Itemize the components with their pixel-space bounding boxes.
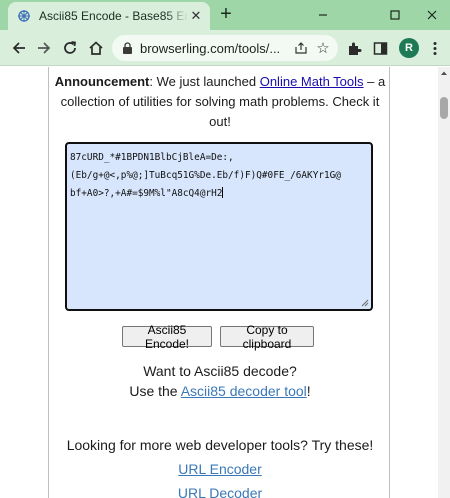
text-caret (222, 187, 224, 198)
forward-icon[interactable] (33, 37, 55, 59)
decode-prompt: Want to Ascii85 decode? Use the Ascii85 … (49, 361, 391, 401)
minimize-icon[interactable] (305, 0, 341, 30)
scrollbar-thumb[interactable] (440, 97, 448, 119)
window-close-icon[interactable] (414, 0, 450, 30)
content-column: Announcement: We just launched Online Ma… (48, 67, 390, 498)
browserling-favicon-icon (16, 8, 32, 24)
online-math-tools-link[interactable]: Online Math Tools (260, 74, 364, 89)
share-icon[interactable] (292, 39, 310, 57)
page-viewport: Announcement: We just launched Online Ma… (0, 67, 438, 498)
url-decoder-link-row: URL Decoder (49, 483, 391, 498)
scroll-up-arrow-icon[interactable] (438, 67, 450, 79)
encode-button[interactable]: Ascii85 Encode! (122, 323, 212, 351)
url-encoder-link-row: URL Encoder (49, 459, 391, 479)
url-encoder-link[interactable]: URL Encoder (178, 461, 262, 477)
address-bar[interactable]: browserling.com/tools/... ☆ (112, 35, 338, 61)
more-tools-heading: Looking for more web developer tools? Tr… (66, 437, 374, 453)
maximize-icon[interactable] (377, 0, 413, 30)
reload-icon[interactable] (59, 37, 81, 59)
resize-grip-icon[interactable] (361, 299, 369, 307)
side-panel-icon[interactable] (369, 37, 391, 59)
announcement-label: Announcement (54, 74, 150, 89)
browser-tab[interactable]: Ascii85 Encode - Base85 Encoder ✕ (8, 2, 210, 30)
url-text[interactable]: browserling.com/tools/... (140, 41, 288, 56)
new-tab-icon[interactable]: + (216, 4, 236, 25)
tab-close-icon[interactable]: ✕ (188, 8, 204, 24)
vertical-scrollbar[interactable] (438, 67, 450, 498)
bookmark-star-icon[interactable]: ☆ (314, 39, 332, 57)
output-textarea[interactable]: 87cURD_*#1BPDN1BlbCjBleA=De:, (Eb/g+@<,p… (65, 142, 373, 311)
extensions-icon[interactable] (343, 37, 365, 59)
decode-question: Want to Ascii85 decode? (143, 363, 297, 379)
announcement-text-before: : We just launched (149, 74, 260, 89)
url-decoder-link[interactable]: URL Decoder (178, 485, 262, 498)
menu-kebab-icon[interactable] (424, 37, 446, 59)
announcement: Announcement: We just launched Online Ma… (49, 72, 391, 132)
decode-text-after: ! (306, 383, 311, 399)
ascii85-decoder-link[interactable]: Ascii85 decoder tool (181, 383, 307, 399)
tab-strip: Ascii85 Encode - Base85 Encoder ✕ + (0, 0, 450, 30)
output-text[interactable]: 87cURD_*#1BPDN1BlbCjBleA=De:, (Eb/g+@<,p… (70, 152, 341, 199)
back-icon[interactable] (8, 37, 30, 59)
home-icon[interactable] (85, 37, 107, 59)
decode-line: Use the Ascii85 decoder tool! (49, 381, 391, 401)
lock-icon[interactable] (120, 41, 134, 55)
browser-toolbar: browserling.com/tools/... ☆ R (0, 30, 450, 66)
tab-title: Ascii85 Encode - Base85 Encoder (39, 9, 188, 23)
copy-to-clipboard-button[interactable]: Copy to clipboard (220, 323, 314, 351)
profile-avatar[interactable]: R (399, 38, 419, 58)
decode-text-before: Use the (129, 383, 181, 399)
